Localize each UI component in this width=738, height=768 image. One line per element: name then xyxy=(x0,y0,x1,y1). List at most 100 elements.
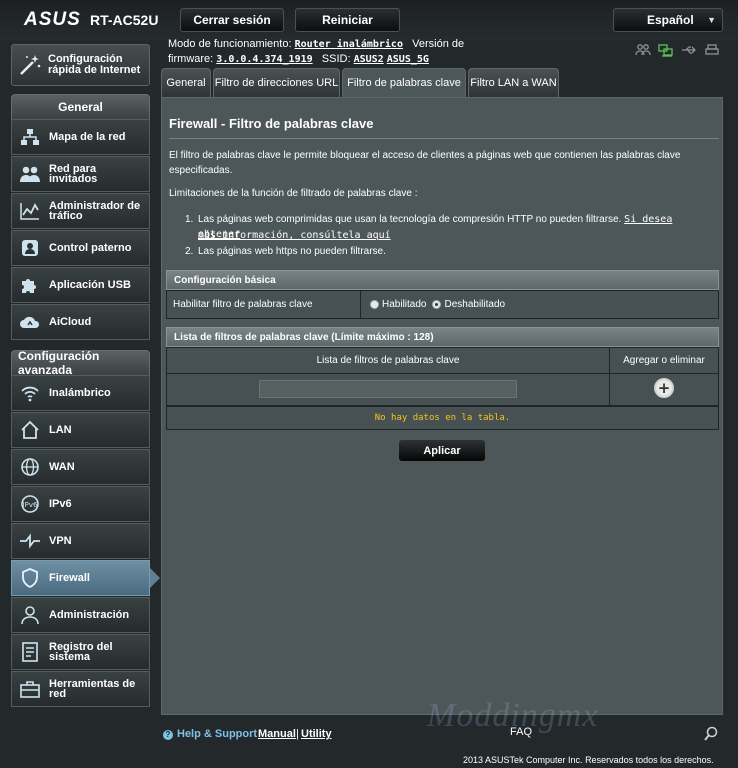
parental-control-icon xyxy=(18,236,42,260)
help-label: Help & Support xyxy=(177,728,258,740)
status-icons xyxy=(634,43,721,57)
faq-label: FAQ xyxy=(510,726,533,738)
ssid-link-2[interactable]: ASUS_5G xyxy=(387,54,429,65)
globe-icon xyxy=(18,455,42,479)
add-keyword-button[interactable]: + xyxy=(654,378,674,398)
sidebar-item-vpn[interactable]: VPN xyxy=(11,523,150,559)
sidebar-item-parental-control[interactable]: Control paterno xyxy=(11,230,150,266)
language-select[interactable]: Español ▼ xyxy=(613,8,723,32)
network-icon[interactable] xyxy=(657,43,675,57)
mode-label: Modo de funcionamiento: xyxy=(168,38,292,50)
language-value: Español xyxy=(647,13,694,27)
sidebar-item-label: invitados xyxy=(49,173,98,185)
puzzle-icon xyxy=(18,273,42,297)
disabled-radio[interactable] xyxy=(432,300,442,309)
sidebar-item-ipv6[interactable]: IPv6 IPv6 xyxy=(11,486,150,522)
tab-general[interactable]: General xyxy=(161,68,211,97)
search-icon[interactable] xyxy=(703,726,721,742)
apply-button[interactable]: Aplicar xyxy=(398,439,486,462)
keyword-list-column-row: Lista de filtros de palabras clave Agreg… xyxy=(166,347,719,374)
tab-keyword-filter[interactable]: Filtro de palabras clave xyxy=(342,68,466,97)
limitation-item-2: Las páginas web https no pueden filtrars… xyxy=(198,246,386,257)
sidebar-item-traffic-manager[interactable]: Administrador de tráfico xyxy=(11,193,150,229)
ssid-link-1[interactable]: ASUS2 xyxy=(354,54,384,65)
limitations-title: Limitaciones de la función de filtrado d… xyxy=(169,188,418,199)
help-icon: ? xyxy=(163,730,173,740)
sidebar-item-label: IPv6 xyxy=(49,498,72,510)
asus-logo: ASUS xyxy=(24,9,81,30)
log-document-icon xyxy=(18,640,42,664)
sidebar-item-wan[interactable]: WAN xyxy=(11,449,150,485)
sidebar-item-label: tráfico xyxy=(49,210,83,222)
sidebar-item-lan[interactable]: LAN xyxy=(11,412,150,448)
sidebar-item-network-map[interactable]: Mapa de la red xyxy=(11,119,150,155)
tab-url-filter[interactable]: Filtro de direcciones URL xyxy=(213,68,340,97)
title-divider xyxy=(169,138,719,139)
sidebar-item-network-tools[interactable]: Herramientas de red xyxy=(11,671,150,707)
tab-lan-to-wan-filter[interactable]: Filtro LAN a WAN xyxy=(468,68,559,97)
mode-link[interactable]: Router inalámbrico xyxy=(295,39,403,50)
limitation-number-1: 1. xyxy=(185,214,194,225)
firmware-label: firmware: xyxy=(168,53,214,65)
sidebar-item-label: WAN xyxy=(49,461,75,473)
quick-setup-line2: rápida de Internet xyxy=(48,64,141,76)
sidebar-item-system-log[interactable]: Registro del sistema xyxy=(11,634,150,670)
clients-icon[interactable] xyxy=(634,43,652,57)
sidebar-item-label: Firewall xyxy=(49,572,90,584)
vpn-icon xyxy=(18,529,42,553)
logout-button[interactable]: Cerrar sesión xyxy=(180,8,284,32)
enabled-radio[interactable] xyxy=(370,300,379,309)
printer-icon[interactable] xyxy=(703,43,721,57)
general-menu-title: General xyxy=(11,94,150,120)
sidebar-item-administration[interactable]: Administración xyxy=(11,597,150,633)
plus-icon: + xyxy=(657,378,671,397)
sidebar-item-aicloud[interactable]: AiCloud xyxy=(11,304,150,340)
help-support-link[interactable]: ? Help & Support xyxy=(163,728,257,740)
sidebar-item-firewall[interactable]: Firewall xyxy=(11,560,150,596)
sidebar-item-label: VPN xyxy=(49,535,72,547)
sidebar-item-usb-application[interactable]: Aplicación USB xyxy=(11,267,150,303)
router-info: Modo de funcionamiento: Router inalámbri… xyxy=(168,37,478,67)
toolbox-icon xyxy=(18,677,42,701)
magic-wand-icon xyxy=(16,51,44,79)
action-column-header: Agregar o eliminar xyxy=(623,355,705,366)
ipv6-icon: IPv6 xyxy=(18,492,42,516)
empty-table-message: No hay datos en la tabla. xyxy=(166,406,719,430)
manual-link[interactable]: Manual xyxy=(258,728,296,740)
more-info-link-continued[interactable]: más información, consúltela aquí xyxy=(198,230,391,241)
limitation-number-2: 2. xyxy=(185,246,194,257)
sidebar-item-guest-network[interactable]: Red para invitados xyxy=(11,156,150,192)
shield-icon xyxy=(18,566,42,590)
cell-divider xyxy=(609,374,610,405)
disabled-label: Deshabilitado xyxy=(444,299,506,310)
version-label: Versión de xyxy=(412,38,465,50)
utility-link[interactable]: Utility xyxy=(301,728,332,740)
sidebar-item-label: Aplicación USB xyxy=(49,279,131,291)
enable-filter-row: Habilitar filtro de palabras clave Habil… xyxy=(166,290,719,319)
home-icon xyxy=(18,418,42,442)
sidebar-item-label: red xyxy=(49,688,67,700)
limitation-1-text: Las páginas web comprimidas que usan la … xyxy=(198,214,622,225)
enable-filter-label: Habilitar filtro de palabras clave xyxy=(173,299,313,310)
basic-config-header: Configuración básica xyxy=(166,270,719,290)
keyword-column-header: Lista de filtros de palabras clave xyxy=(316,355,460,366)
usb-icon[interactable] xyxy=(680,43,698,57)
sidebar-item-wireless[interactable]: Inalámbrico xyxy=(11,375,150,411)
router-model: RT-AC52U xyxy=(90,12,159,28)
page-title: Firewall - Filtro de palabras clave xyxy=(169,116,374,131)
traffic-chart-icon xyxy=(18,199,42,223)
copyright: 2013 ASUSTek Computer Inc. Reservados to… xyxy=(463,755,714,765)
footer-separator: | xyxy=(296,728,299,740)
quick-internet-setup-button[interactable]: Configuración rápida de Internet xyxy=(11,44,150,86)
reboot-button[interactable]: Reiniciar xyxy=(295,8,400,32)
chevron-down-icon: ▼ xyxy=(707,15,716,25)
sidebar-item-label: LAN xyxy=(49,424,72,436)
network-map-icon xyxy=(18,125,42,149)
cell-divider xyxy=(360,291,361,318)
firmware-link[interactable]: 3.0.0.4.374_1919 xyxy=(216,54,312,65)
sidebar-item-label: AiCloud xyxy=(49,316,92,328)
enabled-label: Habilitado xyxy=(382,299,427,310)
cloud-icon xyxy=(18,310,42,334)
keyword-input[interactable] xyxy=(259,380,517,398)
enable-radio-group: Habilitado Deshabilitado xyxy=(370,291,505,318)
